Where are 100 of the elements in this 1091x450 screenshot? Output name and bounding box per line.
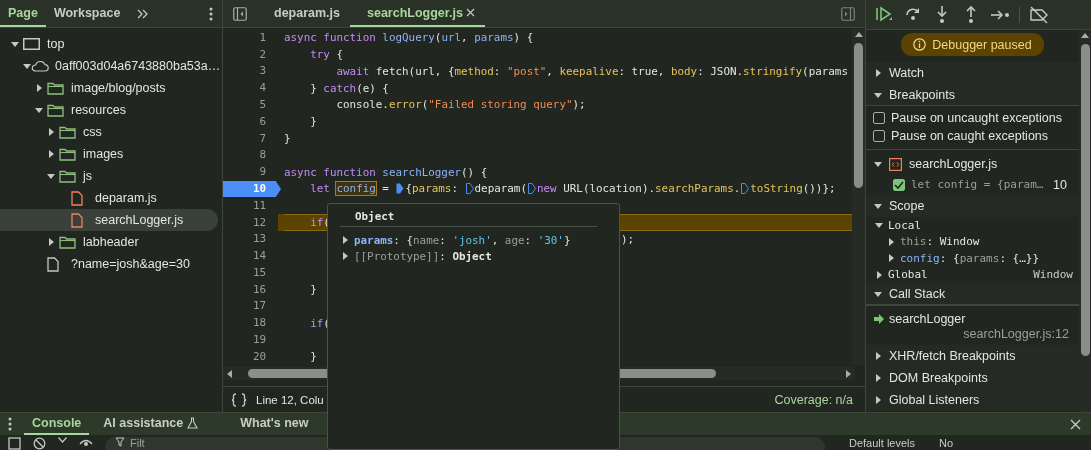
vertical-scrollbar[interactable] (1079, 30, 1091, 412)
disclosure-triangle-icon[interactable] (47, 238, 55, 246)
disclosure-triangle-icon[interactable] (874, 352, 882, 360)
line-number[interactable]: 2 (223, 46, 278, 63)
code-text: await fetch(url, {method: "post", keepalive: true, body: JSON.stringify(params (335, 64, 848, 78)
disclosure-triangle-icon[interactable] (47, 172, 55, 180)
line-number[interactable]: 19 (223, 332, 278, 349)
more-options-icon[interactable] (209, 6, 213, 21)
disclosure-triangle-icon[interactable] (874, 396, 882, 404)
disclosure-triangle-icon[interactable] (35, 84, 43, 92)
scroll-right-arrow-icon[interactable] (846, 369, 851, 378)
disclosure-triangle-icon[interactable] (874, 289, 882, 298)
disclosure-triangle-icon[interactable] (875, 221, 883, 230)
disclosure-triangle-icon[interactable] (874, 160, 882, 168)
disclosure-triangle-icon[interactable] (47, 150, 55, 158)
log-levels-dropdown[interactable]: Default levels (849, 437, 916, 450)
section-title: Scope (889, 199, 925, 213)
checkbox[interactable] (873, 112, 885, 124)
tree-item-label: deparam.js (95, 191, 157, 205)
tree-item[interactable]: image/blog/posts (0, 77, 218, 99)
line-number[interactable]: 1 (223, 29, 278, 46)
sidebar-toggle-icon[interactable] (841, 6, 855, 21)
inline-breakpoint-icon[interactable] (465, 183, 474, 195)
panel-tab[interactable]: Page (0, 0, 46, 27)
sidebar-toggle-icon[interactable] (233, 6, 247, 21)
code-text: toString())}; (750, 182, 836, 196)
line-number[interactable]: 11 (223, 197, 278, 214)
close-icon[interactable] (1070, 418, 1081, 430)
disclosure-triangle-icon[interactable] (341, 236, 349, 244)
section-header[interactable]: Scope (866, 195, 1079, 217)
disclosure-triangle-icon[interactable] (341, 252, 349, 260)
disclosure-triangle-icon[interactable] (874, 69, 882, 77)
tree-item[interactable]: top (0, 33, 218, 55)
disclosure-triangle-icon[interactable] (35, 106, 43, 114)
vertical-scrollbar[interactable] (852, 29, 865, 366)
eye-icon[interactable] (79, 437, 93, 447)
checkbox[interactable] (873, 130, 885, 142)
line-number[interactable]: 6 (223, 113, 278, 130)
tree-item[interactable]: deparam.js (0, 187, 218, 209)
line-number[interactable]: 9 (223, 164, 278, 181)
line-number[interactable]: 7 (223, 130, 278, 147)
drawer-tab[interactable]: What's new (232, 413, 317, 435)
disclosure-triangle-icon[interactable] (874, 202, 882, 210)
disclosure-triangle-icon[interactable] (11, 40, 19, 48)
section-header[interactable]: Call Stack (866, 283, 1079, 305)
line-number[interactable]: 4 (223, 80, 278, 97)
disclosure-triangle-icon[interactable] (874, 90, 882, 99)
disclosure-triangle-icon[interactable] (875, 270, 883, 279)
disclosure-triangle-icon[interactable] (23, 62, 31, 70)
scroll-up-arrow-icon[interactable] (854, 32, 863, 38)
frame-location[interactable]: searchLogger.js:12 (874, 327, 1069, 341)
section-header[interactable]: Global Listeners (866, 389, 1079, 411)
line-number[interactable]: 8 (223, 147, 278, 164)
sidebar-toggle-icon[interactable] (8, 437, 21, 450)
more-tabs-icon[interactable] (137, 8, 150, 19)
inline-breakpoint-icon[interactable] (528, 183, 536, 195)
clear-console-icon[interactable] (33, 437, 46, 450)
frame-name[interactable]: searchLogger (889, 312, 966, 326)
drawer-tab[interactable]: AI assistance (95, 413, 207, 435)
line-number[interactable]: 12 (223, 214, 278, 231)
tree-item[interactable]: searchLogger.js (0, 209, 218, 231)
panel-tab[interactable]: Workspace (45, 0, 129, 27)
line-number[interactable]: 15 (223, 264, 278, 281)
disclosure-triangle-icon[interactable] (887, 237, 895, 246)
disclosure-triangle-icon[interactable] (887, 254, 895, 263)
disclosure-triangle-icon[interactable] (47, 128, 55, 136)
disclosure-triangle-icon[interactable] (874, 374, 882, 382)
tree-item[interactable]: resources (0, 99, 218, 121)
more-options-icon[interactable] (8, 417, 12, 431)
close-icon[interactable] (465, 8, 475, 18)
section-header[interactable]: Watch (866, 62, 1079, 84)
checkbox[interactable] (893, 178, 905, 191)
scroll-up-arrow-icon[interactable] (1081, 33, 1089, 38)
line-number[interactable]: 14 (223, 248, 278, 265)
line-number[interactable]: 13 (223, 231, 278, 248)
tree-item[interactable]: css (0, 121, 218, 143)
pretty-print-icon[interactable] (231, 392, 247, 407)
line-number[interactable]: 18 (223, 315, 278, 332)
scroll-left-arrow-icon[interactable] (227, 369, 232, 378)
line-number[interactable]: 5 (223, 96, 278, 113)
inline-breakpoint-icon[interactable] (741, 183, 750, 195)
deactivate-breakpoints-button[interactable] (1029, 4, 1049, 25)
tree-item[interactable]: images (0, 143, 218, 165)
property-text: [[Prototype]]: Object (354, 249, 492, 263)
tree-item[interactable]: ?name=josh&age=30 (0, 253, 218, 275)
tree-item[interactable]: labheader (0, 231, 218, 253)
line-number[interactable]: 17 (223, 298, 278, 315)
inline-breakpoint-icon[interactable] (396, 183, 405, 195)
section-header[interactable]: DOM Breakpoints (866, 367, 1079, 389)
line-number[interactable]: 3 (223, 63, 278, 80)
line-number[interactable]: 16 (223, 281, 278, 298)
tree-item[interactable]: js (0, 165, 218, 187)
section-header[interactable]: XHR/fetch Breakpoints (866, 345, 1079, 367)
issues-counter[interactable]: No (939, 437, 954, 450)
tree-item[interactable]: 0aff003d04a6743880ba53a… (0, 55, 218, 77)
file-tab[interactable]: deparam.js (257, 0, 350, 28)
section-header[interactable]: Breakpoints (866, 84, 1079, 106)
line-number[interactable]: 20 (223, 348, 278, 365)
file-tab[interactable]: searchLogger.js (350, 0, 485, 28)
cloud-icon (31, 60, 49, 72)
